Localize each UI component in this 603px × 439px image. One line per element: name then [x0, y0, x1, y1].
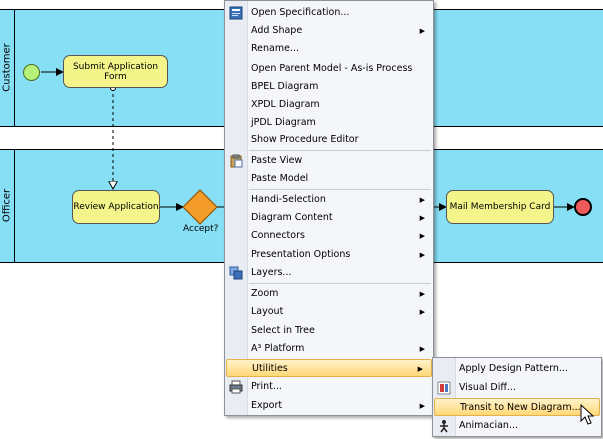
submenu-arrow-icon: ▶ [419, 290, 425, 298]
submenu-item-animacian[interactable]: Animacian... [433, 417, 601, 435]
menu-item-layers[interactable]: Layers... [225, 264, 433, 282]
submenu-item-label: Animacian... [459, 420, 518, 431]
menu-item-paste-view[interactable]: Paste View [225, 152, 433, 170]
menu-item-print[interactable]: Print... [225, 378, 433, 396]
submenu-arrow-icon: ▶ [419, 308, 425, 316]
menu-item-label: Paste View [251, 155, 303, 166]
menu-item-label: Connectors [251, 230, 305, 241]
menu-item-presentation-options[interactable]: Presentation Options ▶ [225, 246, 433, 264]
menu-item-label: Show Procedure Editor [251, 134, 359, 145]
submenu-arrow-icon: ▶ [419, 402, 425, 410]
task-mail-membership-card[interactable]: Mail Membership Card [446, 190, 554, 224]
task-review-application[interactable]: Review Application [72, 190, 160, 224]
menu-item-label: Open Parent Model - As-is Process [251, 63, 413, 74]
menu-item-label: BPEL Diagram [251, 81, 319, 92]
visual-diff-icon [437, 381, 451, 395]
mouse-cursor-icon [580, 404, 595, 425]
submenu-item-visual-diff[interactable]: Visual Diff... [433, 379, 601, 397]
gateway-accept[interactable] [182, 189, 218, 225]
end-event[interactable] [574, 198, 592, 216]
submenu-item-label: Apply Design Pattern... [459, 363, 568, 374]
submenu-arrow-icon: ▶ [419, 232, 425, 240]
utilities-submenu[interactable]: Apply Design Pattern... Visual Diff... T… [432, 357, 602, 437]
menu-item-label: XPDL Diagram [251, 99, 320, 110]
menu-item-export[interactable]: Export ▶ [225, 397, 433, 415]
menu-separator [249, 189, 431, 190]
menu-item-bpel-diagram[interactable]: BPEL Diagram [225, 78, 433, 96]
task-submit-application-form[interactable]: Submit Application Form [63, 55, 168, 88]
menu-item-label: Rename... [251, 43, 300, 54]
menu-item-open-specification[interactable]: Open Specification... [225, 4, 433, 22]
submenu-arrow-icon: ▶ [419, 345, 425, 353]
menu-item-rename[interactable]: Rename... [225, 40, 433, 58]
menu-item-paste-model[interactable]: Paste Model [225, 170, 433, 188]
specification-icon [229, 6, 243, 20]
menu-item-label: Export [251, 400, 283, 411]
menu-item-connectors[interactable]: Connectors ▶ [225, 227, 433, 245]
menu-item-label: Zoom [251, 288, 279, 299]
menu-item-label: Open Specification... [251, 7, 350, 18]
menu-item-label: jPDL Diagram [251, 117, 316, 128]
menu-item-label: Add Shape [251, 25, 303, 36]
paste-icon [229, 154, 243, 168]
context-menu[interactable]: Open Specification... Add Shape ▶ Rename… [224, 0, 434, 416]
menu-item-utilities[interactable]: Utilities ▶ [226, 359, 432, 377]
submenu-arrow-icon: ▶ [419, 196, 425, 204]
submenu-arrow-icon: ▶ [417, 365, 423, 373]
menu-item-label: Select in Tree [251, 325, 315, 336]
menu-item-label: Diagram Content [251, 212, 333, 223]
animacian-icon [437, 419, 451, 433]
submenu-item-apply-design-pattern[interactable]: Apply Design Pattern... [433, 360, 601, 378]
menu-item-handi-selection[interactable]: Handi-Selection ▶ [225, 191, 433, 209]
print-icon [229, 380, 243, 394]
menu-item-layout[interactable]: Layout ▶ [225, 303, 433, 321]
submenu-arrow-icon: ▶ [419, 251, 425, 259]
menu-item-diagram-content[interactable]: Diagram Content ▶ [225, 209, 433, 227]
menu-item-xpdl-diagram[interactable]: XPDL Diagram [225, 96, 433, 114]
menu-item-zoom[interactable]: Zoom ▶ [225, 285, 433, 303]
menu-separator [249, 150, 431, 151]
submenu-arrow-icon: ▶ [419, 214, 425, 222]
menu-item-jpdl-diagram[interactable]: jPDL Diagram [225, 114, 433, 132]
menu-item-label: Print... [251, 381, 282, 392]
layers-icon [229, 266, 243, 280]
menu-item-label: A³ Platform [251, 343, 305, 354]
menu-item-label: Presentation Options [251, 249, 351, 260]
menu-item-add-shape[interactable]: Add Shape ▶ [225, 22, 433, 40]
gateway-label: Accept? [183, 224, 219, 234]
menu-item-label: Layers... [251, 267, 292, 278]
menu-item-label: Handi-Selection [251, 194, 326, 205]
menu-item-a3-platform[interactable]: A³ Platform ▶ [225, 340, 433, 358]
submenu-arrow-icon: ▶ [419, 27, 425, 35]
submenu-item-transit-to-new-diagram[interactable]: Transit to New Diagram... [434, 398, 600, 416]
submenu-item-label: Visual Diff... [459, 382, 516, 393]
menu-item-label: Layout [251, 306, 284, 317]
menu-item-label: Utilities [252, 363, 288, 374]
start-event[interactable] [23, 64, 40, 81]
menu-item-label: Paste Model [251, 173, 309, 184]
menu-separator [249, 283, 431, 284]
menu-item-open-parent-model[interactable]: Open Parent Model - As-is Process [225, 60, 433, 78]
submenu-item-label: Transit to New Diagram... [460, 402, 581, 413]
menu-item-select-in-tree[interactable]: Select in Tree [225, 322, 433, 340]
menu-item-show-procedure-editor[interactable]: Show Procedure Editor [225, 131, 433, 149]
